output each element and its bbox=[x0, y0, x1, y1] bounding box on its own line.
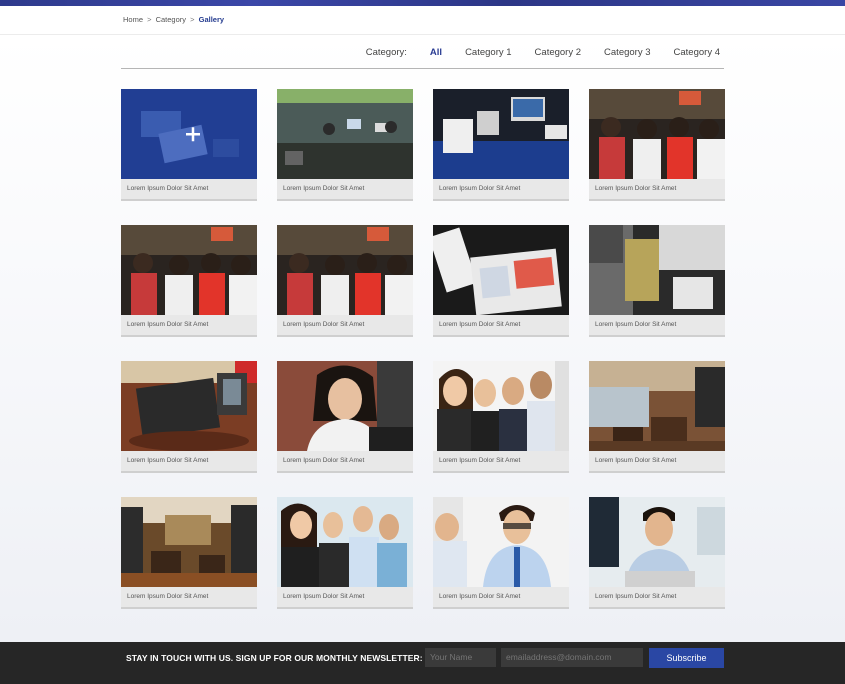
newsletter-text: STAY IN TOUCH WITH US. SIGN UP FOR OUR M… bbox=[126, 653, 423, 663]
gallery-caption: Lorem Ipsum Dolor Sit Amet bbox=[127, 185, 209, 192]
gallery-thumbnail[interactable] bbox=[589, 497, 725, 587]
filter-category-3[interactable]: Category 3 bbox=[604, 47, 650, 58]
gallery-caption: Lorem Ipsum Dolor Sit Amet bbox=[127, 593, 209, 600]
gallery-thumbnail[interactable] bbox=[589, 225, 725, 315]
gallery-thumbnail[interactable] bbox=[589, 89, 725, 179]
gallery-item[interactable]: Lorem Ipsum Dolor Sit Amet bbox=[589, 497, 725, 609]
gallery-thumbnail[interactable] bbox=[277, 497, 413, 587]
gallery-caption: Lorem Ipsum Dolor Sit Amet bbox=[439, 321, 521, 328]
gallery-caption: Lorem Ipsum Dolor Sit Amet bbox=[127, 321, 209, 328]
gallery-caption: Lorem Ipsum Dolor Sit Amet bbox=[283, 457, 365, 464]
gallery-caption: Lorem Ipsum Dolor Sit Amet bbox=[439, 593, 521, 600]
gallery-item[interactable]: Lorem Ipsum Dolor Sit Amet bbox=[277, 89, 413, 201]
gallery-item[interactable]: Lorem Ipsum Dolor Sit Amet bbox=[121, 361, 257, 473]
gallery-item[interactable]: Lorem Ipsum Dolor Sit Amet bbox=[589, 89, 725, 201]
gallery-thumbnail[interactable] bbox=[121, 225, 257, 315]
gallery-item[interactable]: Lorem Ipsum Dolor Sit Amet bbox=[589, 361, 725, 473]
gallery-thumbnail[interactable] bbox=[277, 225, 413, 315]
breadcrumb-separator: > bbox=[147, 15, 152, 24]
gallery-thumbnail[interactable] bbox=[433, 361, 569, 451]
breadcrumb-category[interactable]: Category bbox=[156, 15, 186, 24]
gallery-caption: Lorem Ipsum Dolor Sit Amet bbox=[127, 457, 209, 464]
gallery-item[interactable]: Lorem Ipsum Dolor Sit Amet bbox=[433, 225, 569, 337]
newsletter-footer: STAY IN TOUCH WITH US. SIGN UP FOR OUR M… bbox=[0, 642, 845, 684]
gallery-item[interactable]: Lorem Ipsum Dolor Sit Amet bbox=[277, 497, 413, 609]
gallery-caption: Lorem Ipsum Dolor Sit Amet bbox=[595, 185, 677, 192]
gallery-thumbnail[interactable] bbox=[277, 361, 413, 451]
filter-category-4[interactable]: Category 4 bbox=[674, 47, 720, 58]
gallery-thumbnail[interactable] bbox=[121, 89, 257, 179]
gallery-thumbnail[interactable] bbox=[277, 89, 413, 179]
gallery-caption: Lorem Ipsum Dolor Sit Amet bbox=[595, 321, 677, 328]
gallery-thumbnail[interactable] bbox=[433, 225, 569, 315]
breadcrumb-bar: Home > Category > Gallery bbox=[0, 6, 845, 35]
filter-category-2[interactable]: Category 2 bbox=[535, 47, 581, 58]
gallery-item[interactable]: Lorem Ipsum Dolor Sit Amet bbox=[589, 225, 725, 337]
gallery-caption: Lorem Ipsum Dolor Sit Amet bbox=[439, 457, 521, 464]
gallery-item[interactable]: Lorem Ipsum Dolor Sit Amet bbox=[277, 225, 413, 337]
category-filter-label: Category: bbox=[365, 47, 407, 58]
filter-all[interactable]: All bbox=[430, 47, 442, 58]
gallery-caption: Lorem Ipsum Dolor Sit Amet bbox=[283, 593, 365, 600]
name-input[interactable] bbox=[425, 648, 496, 667]
category-filter-bar: Category: All Category 1 Category 2 Cate… bbox=[121, 36, 724, 69]
gallery-caption: Lorem Ipsum Dolor Sit Amet bbox=[595, 593, 677, 600]
breadcrumb-current: Gallery bbox=[198, 15, 225, 24]
gallery-caption: Lorem Ipsum Dolor Sit Amet bbox=[283, 185, 365, 192]
filter-category-1[interactable]: Category 1 bbox=[465, 47, 511, 58]
gallery-item[interactable]: Lorem Ipsum Dolor Sit Amet bbox=[121, 497, 257, 609]
breadcrumb: Home > Category > Gallery bbox=[123, 15, 224, 24]
subscribe-button[interactable]: Subscribe bbox=[649, 648, 724, 668]
gallery-caption: Lorem Ipsum Dolor Sit Amet bbox=[439, 185, 521, 192]
gallery-item[interactable]: Lorem Ipsum Dolor Sit Amet bbox=[433, 497, 569, 609]
gallery-thumbnail[interactable] bbox=[589, 361, 725, 451]
gallery-item[interactable]: Lorem Ipsum Dolor Sit Amet bbox=[433, 361, 569, 473]
gallery-thumbnail[interactable] bbox=[433, 89, 569, 179]
gallery-thumbnail[interactable] bbox=[433, 497, 569, 587]
gallery-thumbnail[interactable] bbox=[121, 497, 257, 587]
gallery-thumbnail[interactable] bbox=[121, 361, 257, 451]
gallery-item[interactable]: Lorem Ipsum Dolor Sit Amet bbox=[121, 89, 257, 201]
email-input[interactable] bbox=[501, 648, 643, 667]
gallery-item[interactable]: Lorem Ipsum Dolor Sit Amet bbox=[433, 89, 569, 201]
gallery-caption: Lorem Ipsum Dolor Sit Amet bbox=[595, 457, 677, 464]
gallery-item[interactable]: Lorem Ipsum Dolor Sit Amet bbox=[277, 361, 413, 473]
breadcrumb-separator: > bbox=[190, 15, 195, 24]
gallery-item[interactable]: Lorem Ipsum Dolor Sit Amet bbox=[121, 225, 257, 337]
breadcrumb-home[interactable]: Home bbox=[123, 15, 143, 24]
gallery-caption: Lorem Ipsum Dolor Sit Amet bbox=[283, 321, 365, 328]
